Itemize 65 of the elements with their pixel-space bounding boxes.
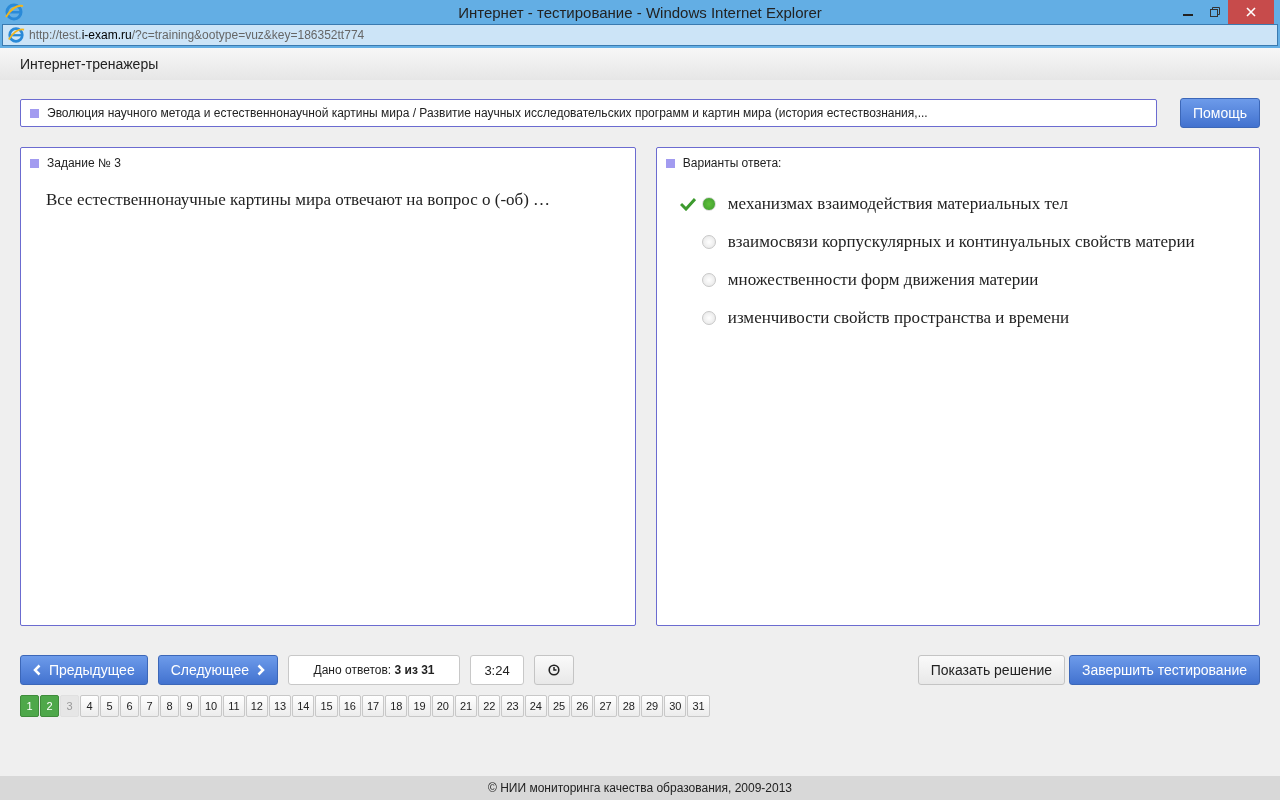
page-number-button[interactable]: 13 xyxy=(268,695,292,717)
page-number-button[interactable]: 17 xyxy=(361,695,385,717)
help-button[interactable]: Помощь xyxy=(1180,98,1260,128)
page-number-button[interactable]: 12 xyxy=(245,695,268,717)
radio-button[interactable] xyxy=(701,197,716,211)
radio-button[interactable] xyxy=(701,273,716,287)
task-title: Задание № 3 xyxy=(47,156,121,170)
timer-button[interactable] xyxy=(534,655,575,685)
finish-button[interactable]: Завершить тестирование xyxy=(1069,655,1260,685)
page-number-button[interactable]: 6 xyxy=(120,695,139,717)
page-number-button[interactable]: 14 xyxy=(292,695,315,717)
page-number-button[interactable]: 24 xyxy=(524,695,547,717)
page-number-button[interactable]: 4 xyxy=(80,695,99,717)
square-icon xyxy=(665,158,675,168)
page-number-button[interactable]: 31 xyxy=(687,695,710,717)
url-text: http://test.i-exam.ru/?c=training&ootype=vuz&key=186352tt774 xyxy=(29,28,365,42)
answered-count: Дано ответов: 3 из 31 xyxy=(288,655,461,685)
address-bar[interactable]: http://test.i-exam.ru/?c=training&ootype=vuz&key=186352tt774 xyxy=(2,24,1278,46)
window-title: Интернет - тестирование - Windows Internet Explorer xyxy=(458,3,822,21)
page-number-button[interactable]: 21 xyxy=(454,695,478,717)
minimize-icon xyxy=(1182,14,1193,16)
chevron-right-icon xyxy=(257,664,266,676)
timer-display: 3:24 xyxy=(470,655,525,685)
page-number-button[interactable]: 20 xyxy=(431,695,454,717)
next-button[interactable]: Следующее xyxy=(157,655,279,685)
page-number-button[interactable]: 23 xyxy=(501,695,524,717)
page-number-button[interactable]: 15 xyxy=(315,695,338,717)
answer-option[interactable]: множественности форм движения материи xyxy=(727,270,1039,290)
page-number-button[interactable]: 19 xyxy=(408,695,431,717)
copyright-text: © НИИ мониторинга качества образования, 2009-2013 xyxy=(488,781,792,795)
close-button[interactable] xyxy=(1228,0,1274,24)
radio-button[interactable] xyxy=(701,235,716,249)
answer-option[interactable]: механизмах взаимодействия материальных тел xyxy=(727,194,1068,214)
page-number-button[interactable]: 7 xyxy=(140,695,159,717)
page-number-button[interactable]: 28 xyxy=(617,695,640,717)
page-number-button[interactable]: 27 xyxy=(594,695,617,717)
page-number-button[interactable]: 25 xyxy=(547,695,571,717)
page-number-button[interactable]: 8 xyxy=(160,695,179,717)
page-number-button[interactable]: 5 xyxy=(100,695,119,717)
previous-button[interactable]: Предыдущее xyxy=(20,655,148,685)
page-number-button[interactable]: 26 xyxy=(571,695,594,717)
page-number-button[interactable]: 22 xyxy=(478,695,501,717)
restore-icon xyxy=(1209,7,1220,17)
answers-title: Варианты ответа: xyxy=(682,156,782,170)
page-number-button[interactable]: 18 xyxy=(385,695,408,717)
close-icon xyxy=(1246,7,1256,17)
page-number-button[interactable]: 11 xyxy=(223,695,245,717)
page-number-button[interactable]: 10 xyxy=(200,695,223,717)
question-text: Все естественнонаучные картины мира отвечают на вопрос о (-об) … xyxy=(46,190,552,210)
square-icon xyxy=(30,108,39,118)
page-number-button[interactable]: 29 xyxy=(640,695,664,717)
chevron-left-icon xyxy=(33,664,41,676)
site-title: Интернет-тренажеры xyxy=(20,56,159,72)
topic-text: Эволюция научного метода и естественнонаучной картины мира / Развитие научных исследовательских программ и картин мира (история естествознания,... xyxy=(47,106,928,120)
square-icon xyxy=(30,158,39,168)
page-number-button[interactable]: 16 xyxy=(338,695,361,717)
browser-logo-icon xyxy=(7,26,25,44)
answer-option[interactable]: изменчивости свойств пространства и времени xyxy=(727,308,1070,328)
browser-logo-icon xyxy=(4,2,24,22)
clock-icon xyxy=(548,664,561,676)
radio-button[interactable] xyxy=(701,311,716,325)
show-solution-button[interactable]: Показать решение xyxy=(917,655,1065,685)
page-number-button[interactable]: 9 xyxy=(180,695,199,717)
page-number-button[interactable]: 30 xyxy=(664,695,687,717)
answer-option[interactable]: взаимосвязи корпускулярных и континуальных свойств материи xyxy=(727,232,1195,252)
